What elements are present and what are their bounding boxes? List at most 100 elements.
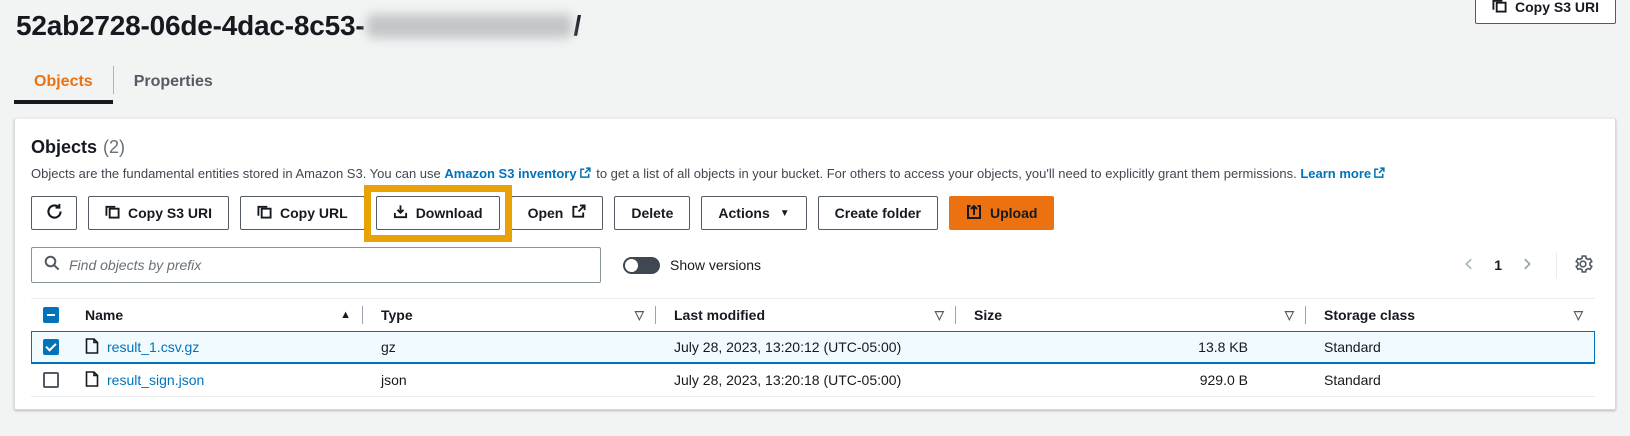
description-text-2: to get a list of all objects in your buc… [596, 166, 1296, 181]
create-folder-label: Create folder [835, 205, 921, 221]
page-title: 52ab2728-06de-4dac-8c53- / [16, 10, 1614, 42]
delete-label: Delete [631, 205, 673, 221]
select-all-cell [31, 299, 71, 331]
tab-objects[interactable]: Objects [14, 60, 113, 104]
copy-icon [1492, 0, 1507, 16]
table-row[interactable]: result_1.csv.gz gz July 28, 2023, 13:20:… [31, 331, 1595, 364]
s3-objects-screen: 52ab2728-06de-4dac-8c53- / Copy S3 URI Ob… [0, 0, 1630, 436]
copy-s3-uri-button[interactable]: Copy S3 URI [88, 196, 229, 230]
copy-s3-uri-label: Copy S3 URI [128, 205, 212, 221]
download-icon [393, 204, 408, 222]
object-modified-cell: July 28, 2023, 13:20:12 (UTC-05:00) [656, 331, 956, 363]
file-icon [85, 371, 99, 390]
external-link-icon [1373, 166, 1385, 183]
copy-url-button[interactable]: Copy URL [240, 196, 365, 230]
table-row[interactable]: result_sign.json json July 28, 2023, 13:… [31, 364, 1595, 397]
search-icon [44, 255, 60, 276]
tab-properties[interactable]: Properties [114, 60, 233, 104]
upload-button[interactable]: Upload [949, 196, 1054, 230]
next-page-button[interactable] [1512, 253, 1542, 278]
column-header-last-modified-label: Last modified [656, 307, 765, 323]
column-header-name-label: Name [71, 307, 123, 323]
object-size-cell: 13.8 KB [956, 331, 1306, 363]
amazon-s3-inventory-link[interactable]: Amazon S3 inventory [444, 166, 576, 181]
copy-s3-uri-header-button[interactable]: Copy S3 URI [1475, 0, 1616, 24]
chevron-left-icon [1462, 257, 1476, 274]
download-button[interactable]: Download [376, 196, 500, 230]
objects-panel: Objects (2) Objects are the fundamental … [14, 118, 1616, 410]
column-header-storage-class[interactable]: Storage class ▽ [1306, 299, 1595, 331]
download-button-highlight-wrap: Download [376, 196, 500, 230]
row-checkbox[interactable] [43, 372, 59, 388]
object-count: (2) [103, 137, 125, 158]
external-link-icon [571, 204, 586, 222]
open-label: Open [528, 205, 564, 221]
refresh-icon [46, 203, 63, 223]
object-modified-cell: July 28, 2023, 13:20:18 (UTC-05:00) [656, 364, 956, 396]
actions-dropdown-button[interactable]: Actions ▼ [701, 196, 806, 230]
object-type-cell: json [363, 364, 656, 396]
row-checkbox-cell [31, 364, 71, 396]
page-title-suffix: / [574, 10, 582, 42]
show-versions-toggle[interactable] [623, 257, 660, 274]
objects-table: Name ▲ Type ▽ Last modified ▽ Size ▽ Sto… [31, 298, 1595, 397]
find-objects-input[interactable] [69, 257, 588, 273]
learn-more-link[interactable]: Learn more [1300, 166, 1371, 181]
column-header-name[interactable]: Name ▲ [71, 299, 363, 331]
column-header-type-label: Type [363, 307, 413, 323]
delete-button[interactable]: Delete [614, 196, 690, 230]
upload-label: Upload [990, 205, 1037, 221]
pagination: 1 [1454, 252, 1595, 279]
sort-icon[interactable]: ▽ [1574, 308, 1595, 322]
description-text-1: Objects are the fundamental entities sto… [31, 166, 441, 181]
column-header-size-label: Size [956, 307, 1002, 323]
column-header-size[interactable]: Size ▽ [956, 299, 1306, 331]
filter-row: Show versions 1 [31, 247, 1595, 283]
previous-page-button[interactable] [1454, 253, 1484, 278]
table-header-row: Name ▲ Type ▽ Last modified ▽ Size ▽ Sto… [31, 298, 1595, 331]
object-link[interactable]: result_sign.json [107, 372, 204, 388]
object-name-cell: result_sign.json [71, 364, 363, 396]
download-label: Download [416, 205, 483, 221]
external-link-icon [579, 166, 591, 183]
current-page-number[interactable]: 1 [1488, 257, 1508, 273]
create-folder-button[interactable]: Create folder [818, 196, 938, 230]
column-header-type[interactable]: Type ▽ [363, 299, 656, 331]
upload-icon [966, 204, 982, 223]
panel-heading-title: Objects [31, 137, 97, 158]
sort-icon[interactable]: ▽ [635, 308, 656, 322]
column-header-last-modified[interactable]: Last modified ▽ [656, 299, 956, 331]
object-size-cell: 929.0 B [956, 364, 1306, 396]
redacted-title-segment [367, 14, 572, 38]
sort-icon[interactable]: ▽ [1285, 308, 1306, 322]
file-icon [85, 338, 99, 357]
panel-description: Objects are the fundamental entities sto… [31, 165, 1595, 183]
object-storage-class-cell: Standard [1306, 364, 1595, 396]
tab-properties-label: Properties [134, 73, 213, 91]
sort-icon[interactable]: ▽ [935, 308, 956, 322]
open-button[interactable]: Open [511, 196, 604, 230]
page-header: 52ab2728-06de-4dac-8c53- / Copy S3 URI [0, 0, 1630, 48]
refresh-button[interactable] [31, 196, 77, 230]
select-all-checkbox[interactable] [43, 307, 59, 323]
actions-label: Actions [718, 205, 769, 221]
tab-bar: Objects Properties [14, 60, 1630, 104]
show-versions-group: Show versions [623, 257, 761, 274]
gear-icon [1573, 254, 1593, 277]
object-link[interactable]: result_1.csv.gz [107, 339, 199, 355]
search-box [31, 247, 601, 283]
preferences-button[interactable] [1571, 252, 1595, 279]
chevron-right-icon [1520, 257, 1534, 274]
copy-icon [257, 204, 272, 222]
copy-url-label: Copy URL [280, 205, 348, 221]
page-title-prefix: 52ab2728-06de-4dac-8c53- [16, 10, 365, 42]
show-versions-label: Show versions [670, 257, 761, 273]
object-type-cell: gz [363, 331, 656, 363]
row-checkbox-cell [31, 331, 71, 363]
tab-objects-label: Objects [34, 73, 93, 91]
row-checkbox[interactable] [43, 339, 59, 355]
copy-s3-uri-header-label: Copy S3 URI [1515, 0, 1599, 15]
objects-toolbar: Copy S3 URI Copy URL Download Open [31, 196, 1595, 230]
sort-ascending-icon[interactable]: ▲ [340, 309, 363, 321]
caret-down-icon: ▼ [780, 208, 790, 219]
